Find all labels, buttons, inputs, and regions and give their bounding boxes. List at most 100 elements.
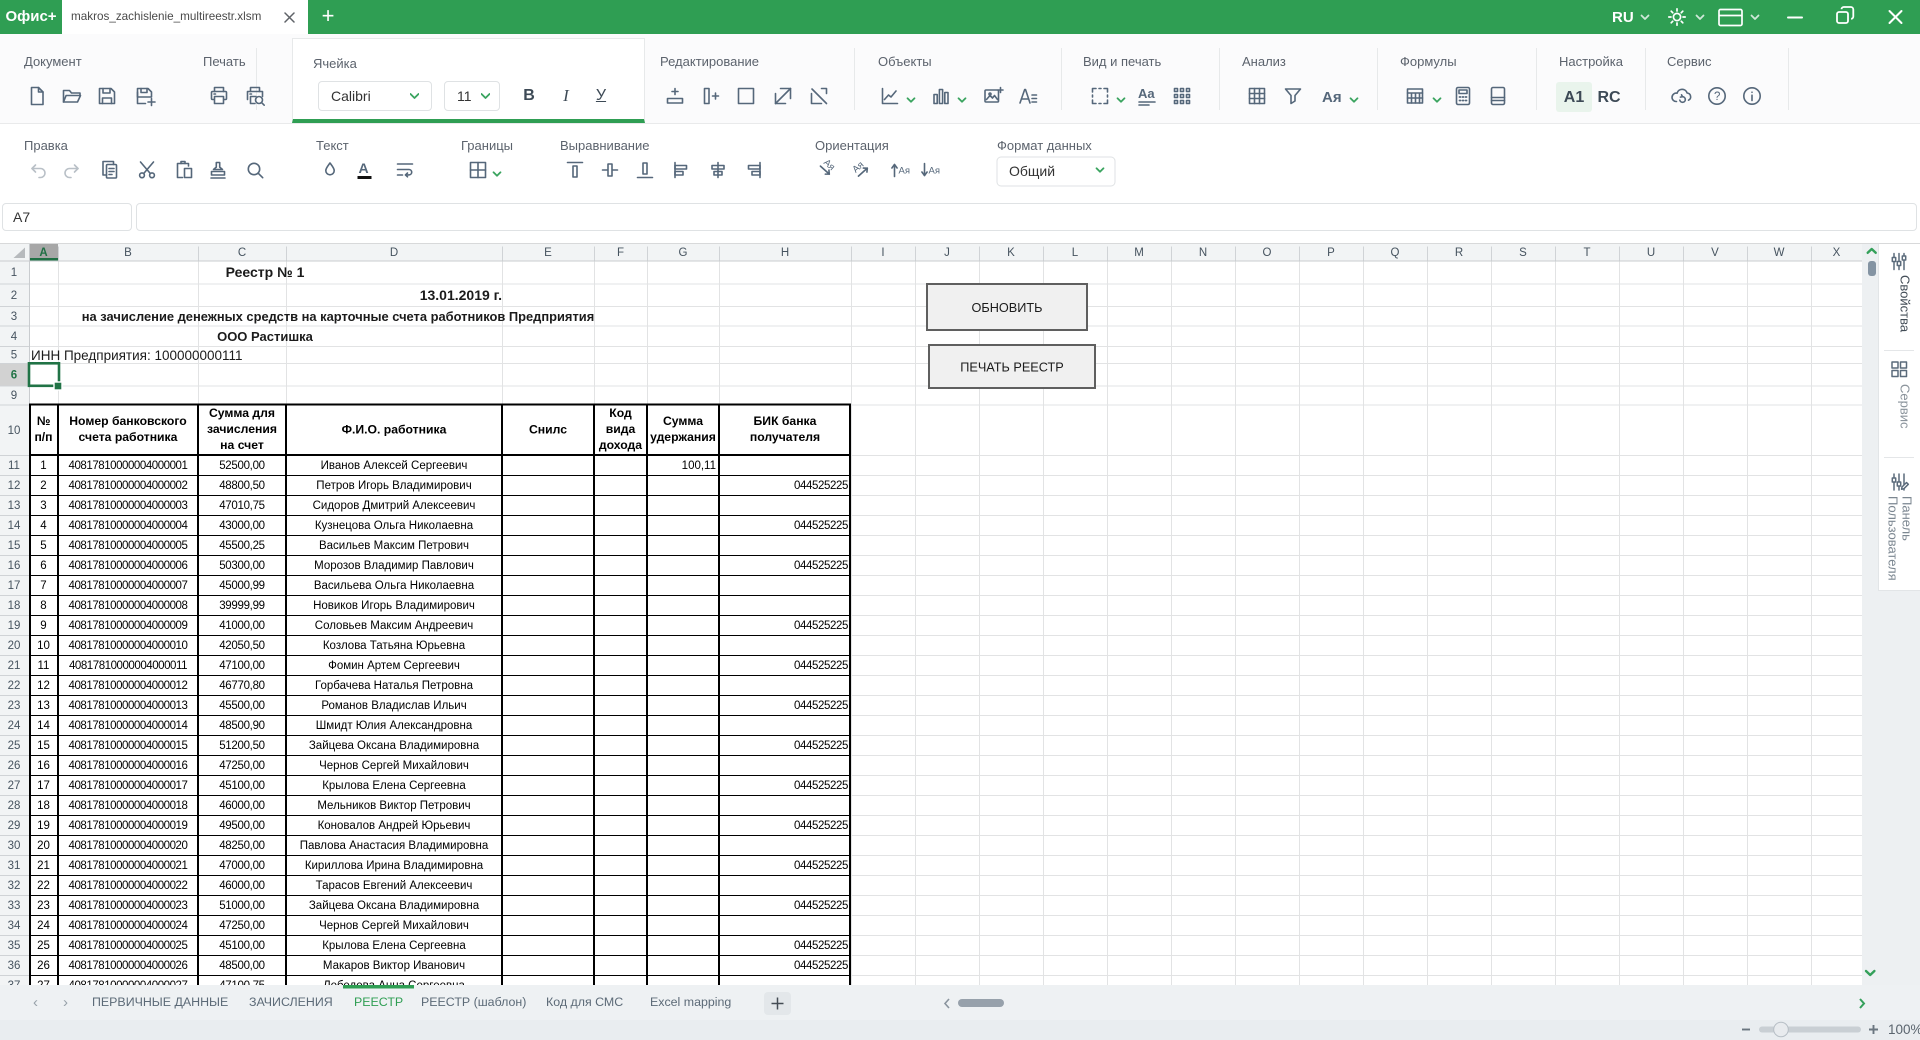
- svg-text:044525225: 044525225: [794, 960, 848, 972]
- svg-text:Номер банковского: Номер банковского: [69, 414, 186, 428]
- svg-text:ООО Растишка: ООО Растишка: [217, 329, 314, 344]
- svg-text:23: 23: [37, 900, 50, 912]
- svg-text:Кириллова Ирина Владимировна: Кириллова Ирина Владимировна: [305, 860, 484, 872]
- svg-text:зачисления: зачисления: [207, 422, 277, 436]
- svg-text:?: ?: [1714, 91, 1720, 103]
- svg-text:20: 20: [8, 640, 21, 652]
- svg-text:Зайцева Оксана Владимировна: Зайцева Оксана Владимировна: [309, 900, 480, 912]
- svg-text:Романов Владислав Ильич: Романов Владислав Ильич: [321, 700, 466, 712]
- svg-text:R: R: [1455, 247, 1463, 259]
- svg-text:вида: вида: [606, 422, 636, 436]
- svg-text:45100,00: 45100,00: [219, 940, 265, 952]
- svg-text:15: 15: [8, 540, 21, 552]
- svg-text:A: A: [39, 247, 47, 259]
- svg-text:16: 16: [37, 760, 50, 772]
- svg-text:B: B: [124, 247, 132, 259]
- svg-text:50300,00: 50300,00: [219, 560, 265, 572]
- svg-text:S: S: [1519, 247, 1527, 259]
- svg-text:100%: 100%: [1888, 1022, 1920, 1037]
- svg-text:4: 4: [11, 331, 18, 343]
- svg-text:26: 26: [37, 960, 50, 972]
- svg-text:46000,00: 46000,00: [219, 800, 265, 812]
- svg-text:30: 30: [8, 840, 21, 852]
- svg-text:RU: RU: [1612, 9, 1634, 26]
- svg-text:45100,00: 45100,00: [219, 780, 265, 792]
- svg-text:40817810000004000003: 40817810000004000003: [69, 500, 188, 512]
- svg-text:Ориентация: Ориентация: [815, 138, 889, 153]
- svg-text:22: 22: [8, 680, 21, 692]
- svg-text:Сумма для: Сумма для: [209, 406, 275, 420]
- svg-text:Васильев Максим Петрович: Васильев Максим Петрович: [319, 540, 469, 552]
- svg-text:40817810000004000002: 40817810000004000002: [69, 480, 188, 492]
- svg-text:10: 10: [37, 640, 50, 652]
- svg-text:Aa: Aa: [1138, 86, 1155, 101]
- svg-text:E: E: [544, 247, 552, 259]
- svg-text:Ая: Ая: [899, 166, 910, 177]
- svg-text:V: V: [1711, 247, 1719, 259]
- svg-text:Ая: Ая: [1322, 89, 1342, 106]
- svg-text:Иванов Алексей Сергеевич: Иванов Алексей Сергеевич: [321, 460, 468, 472]
- svg-text:RC: RC: [1597, 89, 1621, 106]
- svg-text:на счет: на счет: [220, 438, 264, 452]
- svg-text:40817810000004000005: 40817810000004000005: [69, 540, 188, 552]
- svg-text:51200,50: 51200,50: [219, 740, 265, 752]
- svg-text:40817810000004000021: 40817810000004000021: [69, 860, 188, 872]
- svg-text:47250,00: 47250,00: [219, 760, 265, 772]
- svg-text:044525225: 044525225: [794, 940, 848, 952]
- svg-text:2: 2: [11, 290, 17, 302]
- svg-text:21: 21: [37, 860, 50, 872]
- svg-text:40817810000004000007: 40817810000004000007: [69, 580, 188, 592]
- svg-text:5: 5: [11, 350, 17, 362]
- svg-text:Редактирование: Редактирование: [660, 54, 759, 69]
- svg-text:47100,00: 47100,00: [219, 660, 265, 672]
- svg-text:17: 17: [37, 780, 50, 792]
- svg-text:Формулы: Формулы: [1400, 54, 1457, 69]
- svg-text:22: 22: [37, 880, 50, 892]
- svg-text:11: 11: [38, 660, 50, 672]
- svg-text:46770,80: 46770,80: [219, 680, 265, 692]
- svg-text:H: H: [781, 247, 789, 259]
- svg-text:A1: A1: [1564, 89, 1585, 106]
- svg-text:9: 9: [40, 620, 46, 632]
- svg-text:Вид и печать: Вид и печать: [1083, 54, 1162, 69]
- svg-text:47010,75: 47010,75: [219, 500, 265, 512]
- svg-text:40817810000004000020: 40817810000004000020: [69, 840, 188, 852]
- svg-text:Фомин Артем Сергеевич: Фомин Артем Сергеевич: [328, 660, 460, 672]
- svg-text:Чернов Сергей Михайлович: Чернов Сергей Михайлович: [319, 760, 469, 772]
- svg-text:Тарасов Евгений Алексеевич: Тарасов Евгений Алексеевич: [316, 880, 473, 892]
- svg-text:1: 1: [40, 460, 46, 472]
- svg-text:M: M: [1134, 247, 1144, 259]
- svg-text:15: 15: [37, 740, 50, 752]
- svg-text:Мельников Виктор Петрович: Мельников Виктор Петрович: [317, 800, 470, 812]
- svg-text:K: K: [1007, 247, 1015, 259]
- svg-text:ИНН Предприятия: 100000000111: ИНН Предприятия: 100000000111: [31, 348, 243, 363]
- svg-text:п/п: п/п: [34, 430, 52, 444]
- svg-text:2: 2: [40, 480, 46, 492]
- svg-text:Ая: Ая: [929, 166, 940, 177]
- svg-text:дохода: дохода: [599, 438, 642, 452]
- svg-text:29: 29: [8, 820, 21, 832]
- svg-text:Крылова Елена Сергеевна: Крылова Елена Сергеевна: [322, 940, 466, 952]
- svg-text:Сервис: Сервис: [1667, 54, 1712, 69]
- svg-text:9: 9: [11, 390, 17, 402]
- svg-text:3: 3: [11, 311, 17, 323]
- svg-text:044525225: 044525225: [794, 740, 848, 752]
- svg-text:43000,00: 43000,00: [219, 520, 265, 532]
- svg-text:Выравнивание: Выравнивание: [560, 138, 649, 153]
- svg-text:Снилс: Снилс: [529, 423, 567, 437]
- svg-text:044525225: 044525225: [794, 620, 848, 632]
- svg-text:40817810000004000012: 40817810000004000012: [69, 680, 188, 692]
- svg-text:044525225: 044525225: [794, 820, 848, 832]
- svg-text:Сервис: Сервис: [1898, 384, 1913, 429]
- svg-text:удержания: удержания: [650, 430, 716, 444]
- svg-text:6: 6: [11, 369, 17, 381]
- svg-text:U: U: [1647, 247, 1655, 259]
- svg-text:6: 6: [40, 560, 46, 572]
- svg-text:044525225: 044525225: [794, 860, 848, 872]
- svg-text:Макаров Виктор Иванович: Макаров Виктор Иванович: [323, 960, 465, 972]
- svg-text:31: 31: [8, 860, 21, 872]
- svg-text:40817810000004000015: 40817810000004000015: [69, 740, 188, 752]
- svg-text:13: 13: [8, 500, 21, 512]
- svg-text:45500,00: 45500,00: [219, 700, 265, 712]
- svg-text:25: 25: [37, 940, 50, 952]
